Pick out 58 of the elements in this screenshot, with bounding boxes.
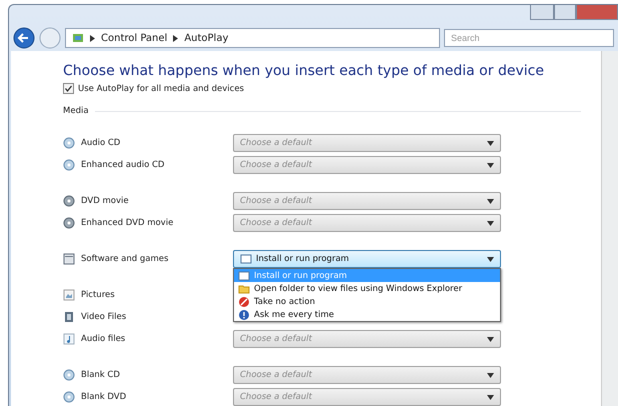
back-icon[interactable] <box>13 27 35 49</box>
media-label: Audio files <box>81 334 126 344</box>
media-label: DVD movie <box>81 196 129 206</box>
default-dropdown[interactable]: Choose a default <box>233 330 501 348</box>
section-label: Media <box>63 106 89 116</box>
separator-icon <box>90 34 95 42</box>
maximize-button[interactable] <box>554 5 576 20</box>
stop-icon <box>238 296 250 308</box>
default-dropdown[interactable]: Choose a default <box>233 156 501 174</box>
window-icon <box>238 270 250 282</box>
default-dropdown[interactable]: Install or run program <box>233 250 501 268</box>
caret-icon <box>487 372 494 378</box>
caret-icon <box>487 162 494 168</box>
default-dropdown[interactable]: Choose a default <box>233 214 501 232</box>
checkbox[interactable] <box>63 83 74 94</box>
film-icon <box>63 311 75 323</box>
picture-icon <box>63 289 75 301</box>
caret-icon <box>487 256 494 262</box>
search-field[interactable]: Search <box>444 29 614 47</box>
caret-icon <box>487 220 494 226</box>
media-label: Enhanced DVD movie <box>81 218 174 228</box>
separator-icon <box>173 34 178 42</box>
address-bar[interactable]: Control Panel AutoPlay <box>65 28 440 48</box>
control-panel-icon <box>72 32 84 44</box>
music-icon <box>63 333 75 345</box>
caret-icon <box>487 336 494 342</box>
caret-icon <box>487 140 494 146</box>
media-label: Audio CD <box>81 138 120 148</box>
breadcrumb[interactable]: Control Panel <box>101 32 168 44</box>
media-label: Pictures <box>81 290 115 300</box>
media-label: Enhanced audio CD <box>81 160 164 170</box>
disc-icon <box>63 159 75 171</box>
default-dropdown[interactable]: Choose a default <box>233 192 501 210</box>
minimize-button[interactable] <box>530 5 554 20</box>
media-label: Blank DVD <box>81 392 126 402</box>
page-heading: Choose what happens when you insert each type of media or device <box>63 63 545 79</box>
dropdown-option[interactable]: Take no action <box>234 295 500 308</box>
scrollbar[interactable] <box>601 51 618 406</box>
caret-icon <box>487 198 494 204</box>
disc-icon <box>63 137 75 149</box>
dropdown-option[interactable]: Open folder to view files using Windows Explorer <box>234 282 500 295</box>
media-label: Video Files <box>81 312 126 322</box>
disc-icon <box>63 391 75 403</box>
checkbox-label: Use AutoPlay for all media and devices <box>78 84 244 94</box>
media-label: Software and games <box>81 254 168 264</box>
media-label: Blank CD <box>81 370 120 380</box>
default-dropdown[interactable]: Choose a default <box>233 366 501 384</box>
window-icon <box>240 253 252 265</box>
dropdown-option[interactable]: Install or run program <box>234 269 500 282</box>
default-dropdown[interactable]: Choose a default <box>233 134 501 152</box>
caret-icon <box>487 394 494 400</box>
disc-icon <box>63 369 75 381</box>
disc-icon <box>63 217 75 229</box>
default-dropdown[interactable]: Choose a default <box>233 388 501 406</box>
dropdown-option[interactable]: Ask me every time <box>234 308 500 321</box>
window-icon <box>63 253 75 265</box>
breadcrumb[interactable]: AutoPlay <box>184 32 228 44</box>
disc-icon <box>63 195 75 207</box>
